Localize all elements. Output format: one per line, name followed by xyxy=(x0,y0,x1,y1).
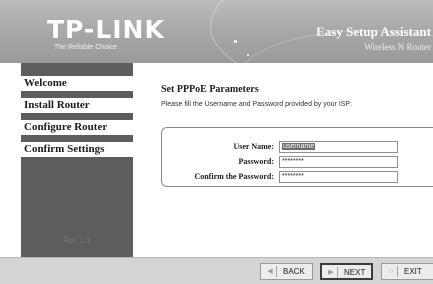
sparkle-icon xyxy=(247,54,249,56)
sidebar-item-confirm-settings[interactable]: Confirm Settings xyxy=(21,142,133,157)
header-banner: TP-LINK The Reliable Choice Easy Setup A… xyxy=(0,0,433,63)
logo-tagline: The Reliable Choice xyxy=(54,44,118,51)
password-input[interactable]: ******** xyxy=(279,156,398,168)
page-title: Set PPPoE Parameters xyxy=(161,84,259,95)
sidebar: Welcome Install Router Configure Router … xyxy=(21,63,133,257)
username-value: username xyxy=(282,143,316,150)
username-label: User Name: xyxy=(233,142,274,151)
confirm-password-label: Confirm the Password: xyxy=(194,172,274,181)
back-arrow-icon: ◀ xyxy=(264,266,277,277)
sidebar-item-install-router[interactable]: Install Router xyxy=(21,98,133,113)
next-label: NEXT xyxy=(344,268,366,277)
exit-label: EXIT xyxy=(404,267,422,276)
page-description: Please fill the Username and Password pr… xyxy=(161,101,353,108)
exit-button[interactable]: ○ EXIT xyxy=(381,263,433,280)
next-arrow-icon: ▶ xyxy=(325,267,338,278)
sidebar-item-welcome[interactable]: Welcome xyxy=(21,76,133,91)
sparkle-icon xyxy=(234,40,237,43)
username-row: User Name: username xyxy=(162,141,433,153)
exit-icon: ○ xyxy=(385,266,398,277)
sidebar-item-configure-router[interactable]: Configure Router xyxy=(21,120,133,135)
password-label: Password: xyxy=(238,157,274,166)
back-button[interactable]: ◀ BACK xyxy=(260,263,313,280)
main-panel: Set PPPoE Parameters Please fill the Use… xyxy=(133,63,433,257)
next-button[interactable]: ▶ NEXT xyxy=(320,263,373,280)
back-label: BACK xyxy=(283,267,305,276)
pppoe-form: User Name: username Password: ******** C… xyxy=(161,127,433,187)
footer-bar: ◀ BACK ▶ NEXT ○ EXIT xyxy=(0,257,433,284)
tp-link-logo: TP-LINK xyxy=(47,15,165,44)
assistant-title: Easy Setup Assistant xyxy=(316,24,431,39)
username-input[interactable]: username xyxy=(279,141,398,153)
revision-label: Rev 1.1 xyxy=(63,236,91,245)
router-model: Wireless N Router xyxy=(364,42,431,52)
password-row: Password: ******** xyxy=(162,156,433,168)
confirm-password-row: Confirm the Password: ******** xyxy=(162,171,433,183)
confirm-password-input[interactable]: ******** xyxy=(279,171,398,183)
